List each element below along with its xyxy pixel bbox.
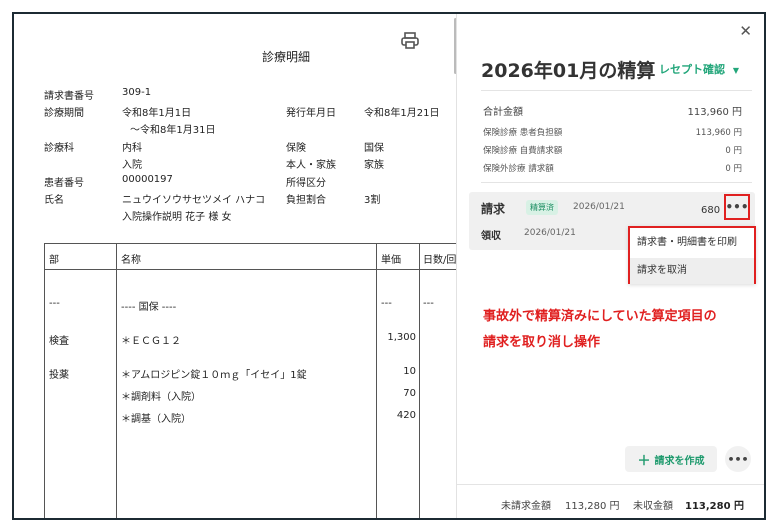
more-options-button[interactable]: •••	[725, 446, 751, 472]
app-frame: 診療明細 請求書番号 309-1 診療期間 令和8年1月1日 発行年月日 令和8…	[12, 12, 766, 520]
patient-no-label: 患者番号	[44, 178, 84, 189]
patient-name-kana: ニュウイソウサセツメイ ハナコ	[122, 195, 266, 206]
ins-patient-amount: 113,960 円	[695, 128, 742, 138]
period-label: 診療期間	[44, 108, 84, 119]
panel-footer: 未請求金額 113,280 円 未収金額 113,280 円	[457, 484, 764, 518]
row-days: ---	[423, 298, 434, 309]
issue-date: 令和8年1月21日	[364, 108, 440, 119]
row-name: ＊調基（入院）	[121, 414, 191, 425]
bill-more-button[interactable]: •••	[724, 194, 750, 220]
unbilled-label: 未請求金額	[501, 501, 551, 512]
burden-label: 負担割合	[286, 195, 326, 206]
bill-label: 請求	[481, 202, 506, 216]
holder: 家族	[364, 160, 384, 171]
bill-context-menu: 請求書・明細書を印刷 請求を取消	[628, 226, 756, 284]
dept-label: 診療科	[44, 143, 74, 154]
non-ins-label: 保険外診療 請求額	[483, 164, 554, 174]
create-bill-label: 請求を作成	[654, 455, 705, 467]
burden: 3割	[364, 195, 381, 206]
name-label: 氏名	[44, 195, 64, 206]
status-badge: 精算済	[526, 200, 558, 215]
unreceived-amount: 113,280 円	[685, 501, 745, 512]
receive-date: 2026/01/21	[524, 228, 576, 238]
non-ins-amount: 0 円	[725, 164, 742, 174]
receive-label: 領収	[481, 231, 501, 242]
row-dept: 投薬	[49, 370, 69, 381]
header-days: 日数/回	[423, 255, 456, 266]
insurance: 国保	[364, 143, 384, 154]
row-price: 10	[403, 366, 416, 377]
ins-patient-label: 保険診療 患者負担額	[483, 128, 563, 138]
row-price: 420	[396, 410, 416, 421]
summary-ins-self-row: 保険診療 自費請求額 0 円	[483, 144, 742, 156]
menu-item-cancel[interactable]: 請求を取消	[630, 258, 754, 284]
header-dept: 部	[49, 255, 59, 266]
row-name: ＊調剤料（入院）	[121, 392, 201, 403]
statement-table: 部 名称 単価 日数/回 --- ---- 国保 ---- --- --- 検査…	[44, 243, 456, 518]
annotation-line-2: 請求を取り消し操作	[483, 335, 601, 350]
row-price: 70	[403, 388, 416, 399]
holder-label: 本人・家族	[286, 160, 336, 171]
plus-icon: ＋	[637, 453, 651, 469]
summary-non-ins-row: 保険外診療 請求額 0 円	[483, 162, 742, 174]
dept-sub: 入院	[122, 160, 142, 171]
more-horizontal-icon: •••	[727, 452, 749, 466]
invoice-no-label: 請求書番号	[44, 91, 94, 102]
header-name: 名称	[121, 255, 141, 266]
statement-document: 診療明細 請求書番号 309-1 診療期間 令和8年1月1日 発行年月日 令和8…	[14, 14, 456, 518]
close-icon[interactable]: ✕	[739, 22, 752, 40]
print-icon[interactable]	[400, 32, 420, 50]
bill-date: 2026/01/21	[573, 202, 625, 212]
patient-name: 入院操作説明 花子 様 女	[122, 212, 232, 223]
annotation-note: 事故外で精算済みにしていた算定項目の 請求を取り消し操作	[483, 304, 763, 356]
summary-total-row: 合計金額 113,960 円	[483, 103, 742, 118]
row-name: ---- 国保 ----	[121, 302, 177, 313]
create-bill-button[interactable]: ＋ 請求を作成	[625, 446, 717, 472]
income-label: 所得区分	[286, 178, 326, 189]
ins-self-amount: 0 円	[725, 146, 742, 156]
row-dept: 検査	[49, 336, 69, 347]
receipt-check-dropdown[interactable]: レセプト確認 ▼	[659, 61, 739, 77]
total-amount: 113,960 円	[687, 107, 742, 118]
period-from: 令和8年1月1日	[122, 108, 192, 119]
row-dept: ---	[49, 298, 60, 309]
settlement-panel: ✕ 2026年01月の精算 レセプト確認 ▼ 合計金額 113,960 円 保険…	[456, 14, 764, 518]
header-price: 単価	[381, 255, 401, 266]
unreceived-label: 未収金額	[633, 501, 673, 512]
issue-label: 発行年月日	[286, 108, 336, 119]
row-name: ＊ＥＣＧ１２	[121, 336, 181, 347]
summary-ins-patient-row: 保険診療 患者負担額 113,960 円	[483, 126, 742, 138]
ins-self-label: 保険診療 自費請求額	[483, 146, 563, 156]
total-label: 合計金額	[483, 107, 523, 118]
panel-title: 2026年01月の精算	[481, 60, 656, 82]
patient-no: 00000197	[122, 174, 173, 185]
more-horizontal-icon: •••	[725, 200, 749, 214]
menu-item-print[interactable]: 請求書・明細書を印刷	[630, 230, 754, 256]
row-price: ---	[381, 298, 392, 309]
insurance-label: 保険	[286, 143, 306, 154]
receipt-check-label: レセプト確認	[659, 63, 725, 76]
row-name: ＊アムロジピン錠１０ｍｇ「イセイ」1錠	[121, 370, 307, 381]
annotation-line-1: 事故外で精算済みにしていた算定項目の	[483, 309, 717, 324]
unbilled-amount: 113,280 円	[565, 501, 620, 512]
document-title: 診療明細	[262, 50, 311, 64]
row-price: 1,300	[387, 332, 416, 343]
caret-down-icon: ▼	[732, 66, 739, 75]
dept: 内科	[122, 143, 142, 154]
period-to: ～令和8年1月31日	[130, 125, 216, 136]
invoice-no: 309-1	[122, 87, 152, 98]
